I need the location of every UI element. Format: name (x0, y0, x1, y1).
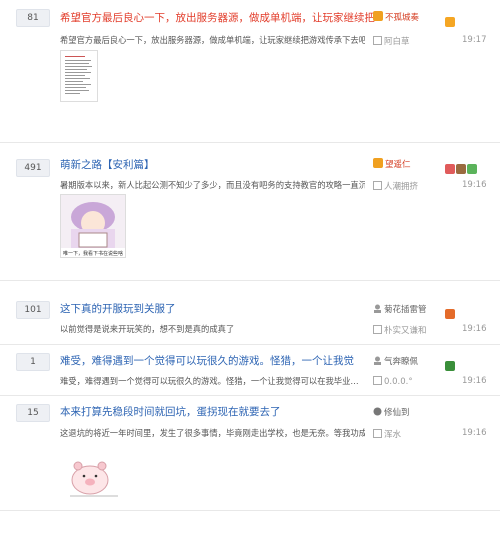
thread-image[interactable] (60, 448, 124, 500)
thread-author[interactable]: 不孤城奏 (373, 11, 439, 24)
reply-time: 19:16 (462, 324, 487, 334)
thread-title[interactable]: 难受，难得遇到一个觉得可以玩很久的游戏。怪猎，一个让我觉 (60, 354, 354, 368)
author-name: 不孤城奏 (385, 13, 420, 23)
reply-count: 81 (16, 9, 50, 27)
user-level-icon (373, 158, 383, 171)
badge-icon (467, 164, 477, 174)
last-replier[interactable]: 浑水 (373, 428, 449, 441)
author-badges (445, 356, 456, 371)
svg-text:唯一下，我看下书在说些啥: 唯一下，我看下书在说些啥 (63, 250, 123, 257)
thread-excerpt: 希望官方最后良心一下，放出服务器源，做成单机端，让玩家继续把游戏传承下去吧~ (60, 35, 365, 45)
thread-row[interactable]: 81 希望官方最后良心一下，放出服务器源，做成单机端，让玩家继续把 希望官方最后… (0, 0, 500, 143)
reply-icon (373, 325, 382, 337)
thread-author[interactable]: 修仙到 (373, 406, 439, 419)
last-replier[interactable]: 朴实又谦和 (373, 324, 449, 337)
author-name: 气奔瞭佩 (384, 357, 419, 367)
reply-icon (373, 181, 382, 193)
thread-row[interactable]: 491 萌新之路【安利篇】 暑期版本以来，新人比起公测不知少了多少，而且没有吧务… (0, 150, 500, 281)
thread-author[interactable]: 气奔瞭佩 (373, 355, 439, 368)
thread-row[interactable]: 101 这下真的开服玩到关服了 以前觉得是说来开玩笑的，想不到是真的成真了 菊花… (0, 296, 500, 345)
user-icon (373, 356, 382, 368)
user-icon (373, 304, 382, 316)
thread-title[interactable]: 本来打算先稳段时间就回坑，蛋拐现在就要去了 (60, 405, 281, 419)
cartoon-pig-icon (70, 461, 118, 497)
reply-count: 101 (16, 301, 50, 319)
author-badges (445, 159, 478, 174)
thread-excerpt: 以前觉得是说来开玩笑的，想不到是真的成真了 (60, 324, 235, 334)
author-name: 望遥仁 (385, 160, 411, 170)
thread-title[interactable]: 萌新之路【安利篇】 (60, 158, 155, 172)
author-name: 修仙到 (384, 408, 410, 418)
user-icon (373, 407, 382, 419)
replier-name: 阿白草 (384, 37, 410, 47)
thread-image[interactable] (60, 50, 98, 102)
reply-time: 19:17 (462, 35, 487, 45)
thread-row[interactable]: 15 本来打算先稳段时间就回坑，蛋拐现在就要去了 这退坑的将近一年时间里，发生了… (0, 400, 500, 511)
anime-girl-reading-icon: 唯一下，我看下书在说些啥 (61, 195, 125, 257)
thread-excerpt: 暑期版本以来，新人比起公测不知少了多少，而且没有吧务的支持教官的攻略一直沉… (60, 180, 365, 190)
replier-name: 0.0.0.° (384, 377, 413, 387)
reply-icon (373, 376, 382, 388)
badge-icon (456, 164, 466, 174)
thread-author[interactable]: 菊花插雷管 (373, 303, 439, 316)
badge-icon (445, 17, 455, 27)
replier-name: 浑水 (384, 430, 402, 440)
author-badges (445, 304, 456, 319)
badge-icon (445, 164, 455, 174)
reply-time: 19:16 (462, 376, 487, 386)
author-badges (445, 12, 456, 27)
document-thumbnail-icon (65, 56, 92, 94)
replier-name: 人潮拥挤 (384, 182, 419, 192)
thread-author[interactable]: 望遥仁 (373, 158, 439, 171)
reply-count: 15 (16, 404, 50, 422)
reply-count: 491 (16, 159, 50, 177)
reply-icon (373, 36, 382, 48)
user-level-icon (373, 11, 383, 24)
last-replier[interactable]: 0.0.0.° (373, 376, 449, 388)
replier-name: 朴实又谦和 (384, 326, 427, 336)
last-replier[interactable]: 人潮拥挤 (373, 180, 449, 193)
thread-excerpt: 难受，难得遇到一个觉得可以玩很久的游戏。怪猎，一个让我觉得可以在我毕业… (60, 376, 359, 386)
reply-time: 19:16 (462, 428, 487, 438)
reply-count: 1 (16, 353, 50, 371)
reply-icon (373, 429, 382, 441)
last-replier[interactable]: 阿白草 (373, 35, 449, 48)
thread-row[interactable]: 1 难受，难得遇到一个觉得可以玩很久的游戏。怪猎，一个让我觉 难受，难得遇到一个… (0, 349, 500, 396)
reply-time: 19:16 (462, 180, 487, 190)
thread-title[interactable]: 这下真的开服玩到关服了 (60, 302, 176, 316)
badge-icon (445, 361, 455, 371)
thread-excerpt: 这退坑的将近一年时间里，发生了很多事情，毕竟刚走出学校，也是无奈。等我功成… (60, 428, 365, 438)
author-name: 菊花插雷管 (384, 305, 427, 315)
thread-image[interactable]: 唯一下，我看下书在说些啥 (60, 194, 126, 258)
thread-title[interactable]: 希望官方最后良心一下，放出服务器源，做成单机端，让玩家继续把 (60, 11, 375, 25)
badge-icon (445, 309, 455, 319)
